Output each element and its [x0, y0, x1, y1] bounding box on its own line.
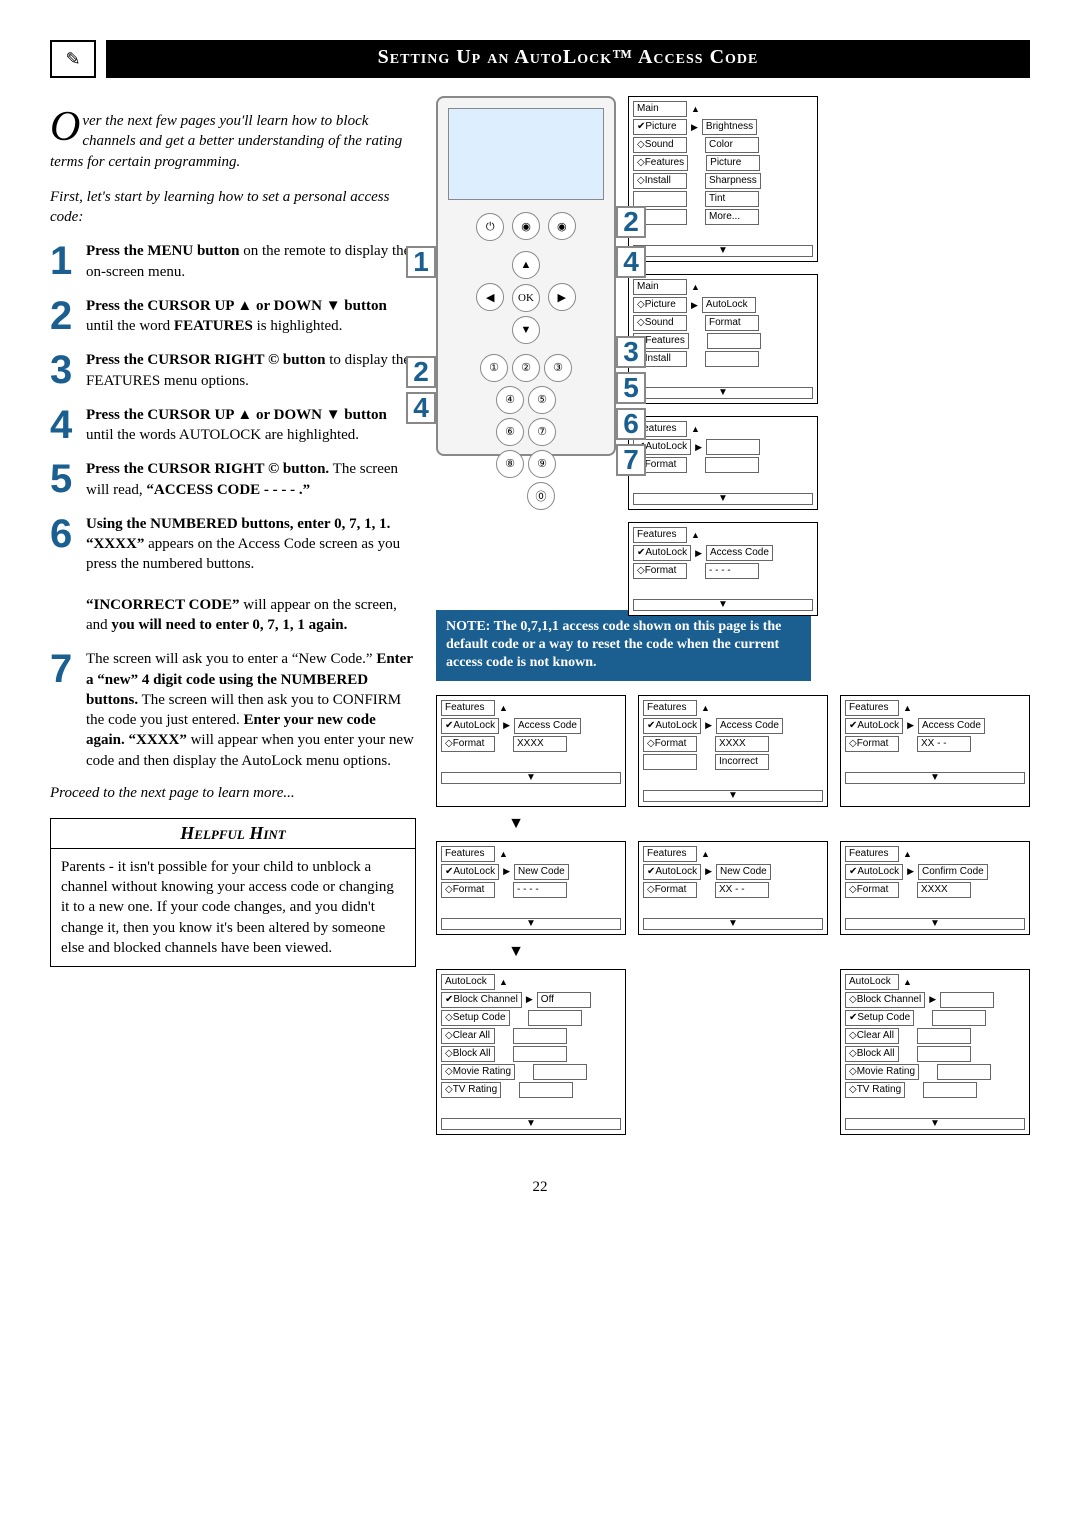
step-3: 3Press the CURSOR RIGHT © button to disp…: [50, 350, 416, 391]
remote-numpad-button: ②: [512, 354, 540, 382]
figure-column: ⏻ ◉ ◉ ▲ ◀ OK ▶ ▼ ①②③④⑤⑥⑦⑧⑨⓪ 1 2 4: [436, 96, 1030, 1149]
callout-2: 2: [406, 356, 436, 388]
step-number: 6: [50, 514, 86, 636]
osd-main-2: Main▲◇Picture▶AutoLock◇SoundFormat✔Featu…: [628, 274, 818, 404]
page-header: ✎ Setting Up an AutoLock™ Access Code: [50, 40, 1030, 78]
remote-numpad-button: ⑨: [528, 450, 556, 478]
dropcap: O: [50, 111, 82, 143]
hint-body: Parents - it isn't possible for your chi…: [51, 849, 415, 966]
callout-2b: 2: [616, 206, 646, 238]
osd-autolock-2: AutoLock▲◇Block Channel▶✔Setup Code◇Clea…: [840, 969, 1030, 1135]
osd-features-access: Features▲✔AutoLock▶Access Code◇Format- -…: [628, 522, 818, 616]
step-text: Using the NUMBERED buttons, enter 0, 7, …: [86, 514, 416, 636]
remote-numpad-button: ①: [480, 354, 508, 382]
helpful-hint-box: Helpful Hint Parents - it isn't possible…: [50, 818, 416, 967]
intro-paragraph-1: O ver the next few pages you'll learn ho…: [50, 111, 416, 172]
osd-features-xxxx: Features▲✔AutoLock▶Access Code◇FormatXXX…: [436, 695, 626, 807]
callout-3: 3: [616, 336, 646, 368]
step-text: The screen will ask you to enter a “New …: [86, 649, 416, 771]
remote-numpad-button: ③: [544, 354, 572, 382]
callout-4: 4: [406, 392, 436, 424]
remote-power-button: ⏻: [476, 213, 504, 241]
remote-cursor-right: ▶: [548, 283, 576, 311]
osd-main-1: Main▲✔Picture▶Brightness◇SoundColor◇Feat…: [628, 96, 818, 262]
step-number: 1: [50, 241, 86, 282]
page-title: Setting Up an AutoLock™ Access Code: [106, 40, 1030, 78]
remote-numpad-button: ⑥: [496, 418, 524, 446]
step-2: 2Press the CURSOR UP ▲ or DOWN ▼ button …: [50, 296, 416, 337]
remote-numpad-button: ⓪: [527, 482, 555, 510]
callout-5: 5: [616, 372, 646, 404]
step-number: 5: [50, 459, 86, 500]
remote-numpad-button: ④: [496, 386, 524, 414]
instruction-column: O ver the next few pages you'll learn ho…: [50, 96, 416, 1149]
flow-arrow-icon: ▼: [486, 815, 546, 833]
callout-7: 7: [616, 444, 646, 476]
step-text: Press the CURSOR UP ▲ or DOWN ▼ button u…: [86, 296, 416, 337]
osd-features-xx: Features▲✔AutoLock▶Access Code◇FormatXX …: [840, 695, 1030, 807]
step-number: 7: [50, 649, 86, 771]
step-text: Press the CURSOR UP ▲ or DOWN ▼ button u…: [86, 405, 416, 446]
remote-cursor-down: ▼: [512, 316, 540, 344]
callout-4b: 4: [616, 246, 646, 278]
remote-numpad-button: ⑤: [528, 386, 556, 414]
step-6: 6Using the NUMBERED buttons, enter 0, 7,…: [50, 514, 416, 636]
step-text: Press the CURSOR RIGHT © button to displ…: [86, 350, 416, 391]
step-number: 2: [50, 296, 86, 337]
remote-button: ◉: [512, 212, 540, 240]
osd-new-code-2: Features▲✔AutoLock▶New Code◇FormatXX - -…: [638, 841, 828, 935]
step-4: 4Press the CURSOR UP ▲ or DOWN ▼ button …: [50, 405, 416, 446]
step-number: 3: [50, 350, 86, 391]
hint-title: Helpful Hint: [51, 819, 415, 849]
step-5: 5Press the CURSOR RIGHT © button. The sc…: [50, 459, 416, 500]
intro-text-1: ver the next few pages you'll learn how …: [50, 113, 402, 170]
step-number: 4: [50, 405, 86, 446]
step-1: 1Press the MENU button on the remote to …: [50, 241, 416, 282]
remote-screen: [448, 108, 604, 200]
osd-features-1: Features▲✔AutoLock▶◇Format▼: [628, 416, 818, 510]
remote-cursor-left: ◀: [476, 283, 504, 311]
step-text: Press the CURSOR RIGHT © button. The scr…: [86, 459, 416, 500]
intro-paragraph-2: First, let's start by learning how to se…: [50, 187, 416, 228]
osd-features-incorrect: Features▲✔AutoLock▶Access Code◇FormatXXX…: [638, 695, 828, 807]
callout-6: 6: [616, 408, 646, 440]
osd-confirm-code: Features▲✔AutoLock▶Confirm Code◇FormatXX…: [840, 841, 1030, 935]
remote-ok: OK: [512, 284, 540, 312]
page-number: 22: [50, 1179, 1030, 1196]
proceed-text: Proceed to the next page to learn more..…: [50, 785, 416, 802]
osd-new-code-1: Features▲✔AutoLock▶New Code◇Format- - - …: [436, 841, 626, 935]
remote-cursor-up: ▲: [512, 251, 540, 279]
osd-autolock-1: AutoLock▲✔Block Channel▶Off◇Setup Code◇C…: [436, 969, 626, 1135]
remote-numpad-button: ⑦: [528, 418, 556, 446]
remote-button: ◉: [548, 212, 576, 240]
header-icon: ✎: [50, 40, 96, 78]
step-text: Press the MENU button on the remote to d…: [86, 241, 416, 282]
note-box: NOTE: The 0,7,1,1 access code shown on t…: [436, 610, 811, 681]
flow-arrow-icon: ▼: [486, 943, 546, 961]
callout-1: 1: [406, 246, 436, 278]
step-7: 7The screen will ask you to enter a “New…: [50, 649, 416, 771]
remote-control-illustration: ⏻ ◉ ◉ ▲ ◀ OK ▶ ▼ ①②③④⑤⑥⑦⑧⑨⓪: [436, 96, 616, 456]
remote-numpad-button: ⑧: [496, 450, 524, 478]
